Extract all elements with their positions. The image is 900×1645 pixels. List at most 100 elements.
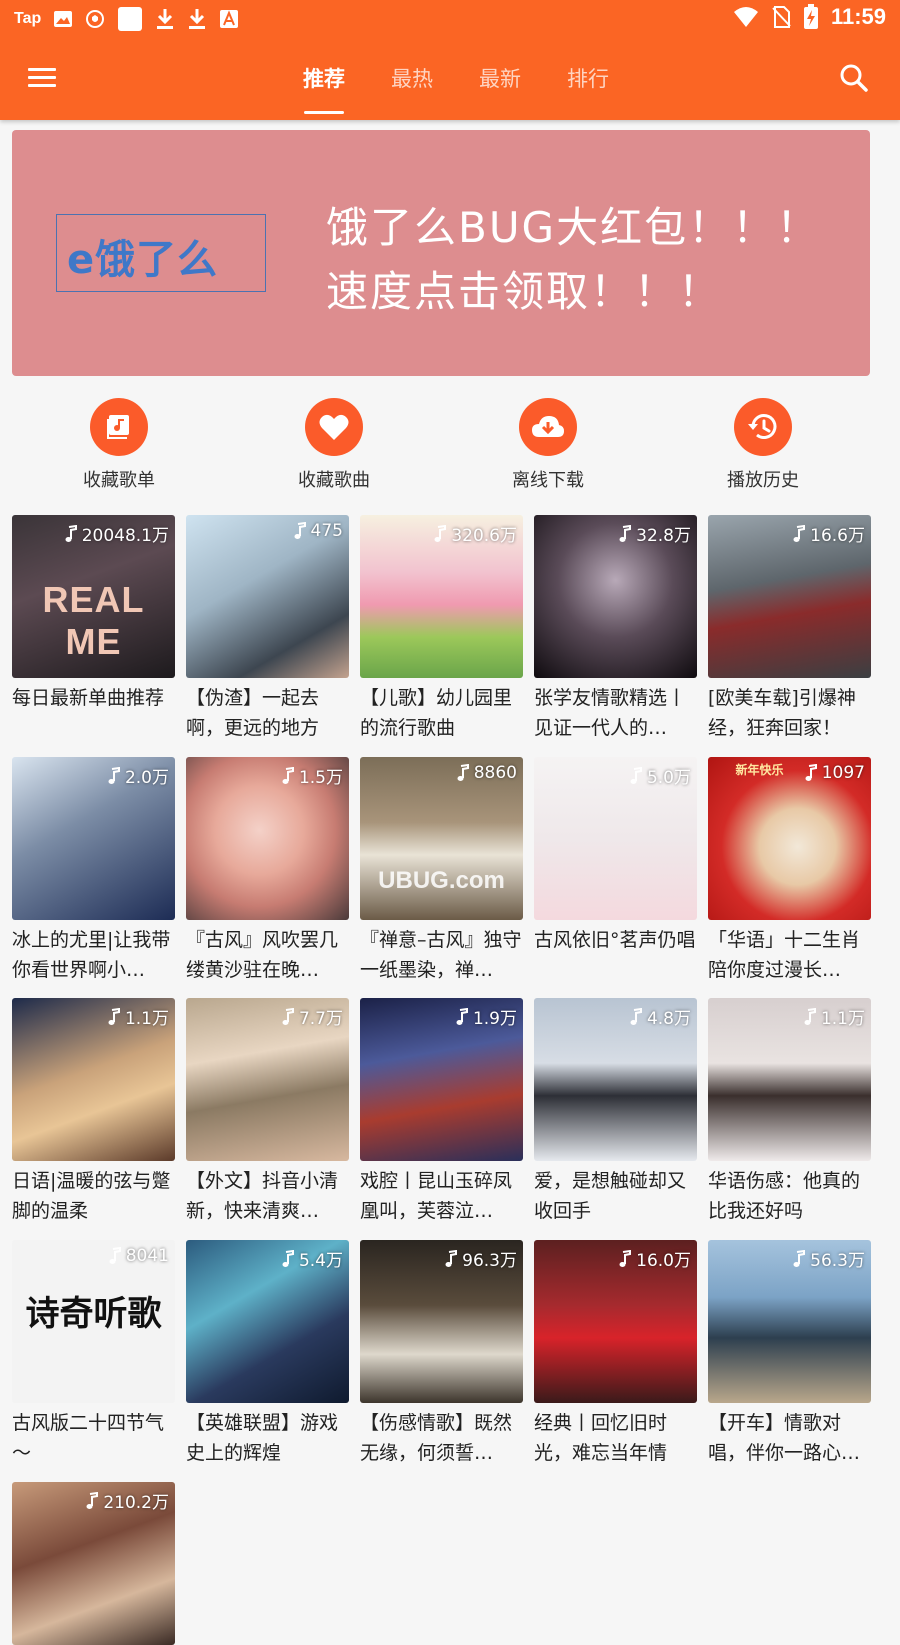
music-note-icon — [804, 1007, 816, 1025]
status-bar-left: Tap — [14, 6, 239, 32]
playlist-title: 【伪渣】一起去啊，更远的地方 — [186, 687, 320, 739]
banner-headline: 饿了么BUG大红包！！！ — [326, 203, 821, 252]
tab-hottest[interactable]: 最热 — [368, 36, 456, 120]
music-note-icon — [109, 1247, 121, 1264]
music-note-icon — [282, 1007, 294, 1025]
play-count-value: 1.9万 — [472, 1009, 517, 1029]
playlist-title: 古风依旧°茗声仍唱 — [534, 929, 696, 951]
quick-actions: 收藏歌单 收藏歌曲 离线下载 播放历史 — [12, 398, 870, 498]
shield-icon — [86, 10, 105, 28]
hamburger-icon[interactable] — [24, 58, 64, 98]
playlist-title: 『禅意–古风』独守一纸墨染，禅… — [360, 929, 522, 981]
music-note-icon — [456, 1007, 468, 1025]
music-note-icon — [108, 766, 120, 784]
quick-action-label: 收藏歌单 — [83, 470, 155, 491]
play-count: 8860 — [456, 763, 517, 783]
playlist-title: 华语伤感：他真的比我还好吗 — [708, 1170, 861, 1222]
play-count: 1097 — [804, 763, 865, 783]
play-count-value: 8860 — [473, 763, 517, 783]
play-count-value: 20048.1万 — [81, 526, 169, 546]
play-count-value: 320.6万 — [451, 526, 517, 546]
play-count-value: 7.7万 — [298, 1009, 343, 1029]
playlist-icon — [90, 398, 148, 456]
playlist-title: 【伤感情歌】既然无缘，何须誓… — [360, 1412, 513, 1464]
play-count-value: 475 — [310, 521, 343, 541]
playlist-title: 张学友情歌精选丨见证一代人的… — [534, 687, 687, 739]
tab-recommended[interactable]: 推荐 — [280, 36, 368, 120]
play-count: 8041 — [108, 1246, 169, 1266]
playlist-title: 【儿歌】幼儿园里的流行歌曲 — [360, 687, 513, 739]
status-bar-right: 11:59 — [733, 4, 886, 30]
play-history-button[interactable]: 播放历史 — [693, 398, 833, 492]
play-count-value: 1.5万 — [298, 768, 343, 788]
quick-action-label: 播放历史 — [727, 470, 799, 491]
download-icon — [189, 9, 206, 29]
play-count: 20048.1万 — [64, 521, 169, 546]
playlist-title: 『古风』风吹罢几缕黄沙驻在晚… — [186, 929, 339, 981]
play-count-value: 210.2万 — [103, 1493, 169, 1513]
cover-text: 诗奇听歌 — [25, 1295, 162, 1333]
play-count: 1.1万 — [803, 1004, 865, 1029]
music-note-icon — [619, 524, 632, 542]
play-count-value: 4.8万 — [646, 1009, 691, 1029]
search-icon[interactable] — [834, 58, 874, 98]
favorite-songs-button[interactable]: 收藏歌曲 — [264, 398, 404, 492]
play-count: 16.6万 — [792, 521, 865, 546]
playlist-title: 戏腔丨昆山玉碎凤凰叫，芙蓉泣… — [360, 1170, 513, 1222]
image-icon — [54, 11, 73, 27]
play-count: 1.1万 — [107, 1004, 169, 1029]
playlist-title: 古风版二十四节气～ — [12, 1412, 165, 1464]
play-count-value: 96.3万 — [462, 1251, 517, 1271]
playlist-title: [欧美车载]引爆神经，狂奔回家！ — [708, 687, 856, 739]
tab-ranking[interactable]: 排行 — [544, 36, 632, 120]
music-note-icon — [619, 1249, 632, 1267]
play-count: 1.5万 — [281, 763, 343, 788]
play-count-value: 16.0万 — [636, 1251, 691, 1271]
promo-banner[interactable]: e饿了么 饿了么BUG大红包！！！ 速度点击领取！！！ — [12, 130, 870, 376]
cover-text: REAL ME — [42, 579, 145, 662]
playlist-title: 经典丨回忆旧时光，难忘当年情 — [534, 1412, 668, 1464]
play-count-value: 5.4万 — [298, 1251, 343, 1271]
play-count-value: 1.1万 — [124, 1009, 169, 1029]
playlist-title: 【英雄联盟】游戏史上的辉煌 — [186, 1412, 339, 1464]
status-bar: Tap 11:59 — [0, 0, 900, 36]
square-icon — [118, 7, 143, 31]
play-count-value: 16.6万 — [810, 526, 865, 546]
music-note-icon — [65, 524, 77, 542]
favorite-playlists-button[interactable]: 收藏歌单 — [49, 398, 189, 492]
banner-logo-text: e饿了么 — [67, 237, 219, 283]
offline-download-button[interactable]: 离线下载 — [478, 398, 618, 492]
music-note-icon — [793, 1249, 806, 1267]
play-count: 96.3万 — [444, 1246, 517, 1271]
play-count-value: 32.8万 — [636, 526, 691, 546]
font-icon — [220, 10, 239, 28]
play-count: 16.0万 — [618, 1246, 691, 1271]
music-note-icon — [793, 524, 806, 542]
music-note-icon — [434, 524, 447, 542]
playlist-title: 【开车】情歌对唱，伴你一路心… — [708, 1412, 861, 1464]
music-note-icon — [457, 764, 469, 781]
music-note-icon — [282, 766, 294, 784]
music-note-icon — [282, 1249, 294, 1267]
play-count-value: 1.1万 — [820, 1009, 865, 1029]
playlist-title: 爱，是想触碰却又收回手 — [534, 1170, 687, 1222]
status-time: 11:59 — [830, 4, 886, 29]
play-count: 5.4万 — [281, 1246, 343, 1271]
history-icon — [734, 398, 792, 456]
play-count: 320.6万 — [433, 521, 517, 546]
play-count: 7.7万 — [281, 1004, 343, 1029]
quick-action-label: 收藏歌曲 — [298, 470, 370, 491]
play-count-value: 1097 — [821, 763, 865, 783]
playlist-title: 【外文】抖音小清新，快来清爽… — [186, 1170, 339, 1222]
music-note-icon — [86, 1491, 99, 1509]
cover-text: UBUG.com — [378, 867, 505, 894]
playlist-title: 每日最新单曲推荐 — [12, 687, 165, 709]
battery-charging-icon — [803, 4, 818, 29]
quick-action-label: 离线下载 — [512, 470, 584, 491]
tab-newest[interactable]: 最新 — [456, 36, 544, 120]
play-count-value: 56.3万 — [810, 1251, 865, 1271]
download-icon — [157, 9, 174, 29]
music-note-icon — [294, 522, 306, 539]
playlist-title: 日语|温暖的弦与蹩脚的温柔 — [12, 1170, 171, 1222]
cloud-download-icon — [519, 398, 577, 456]
